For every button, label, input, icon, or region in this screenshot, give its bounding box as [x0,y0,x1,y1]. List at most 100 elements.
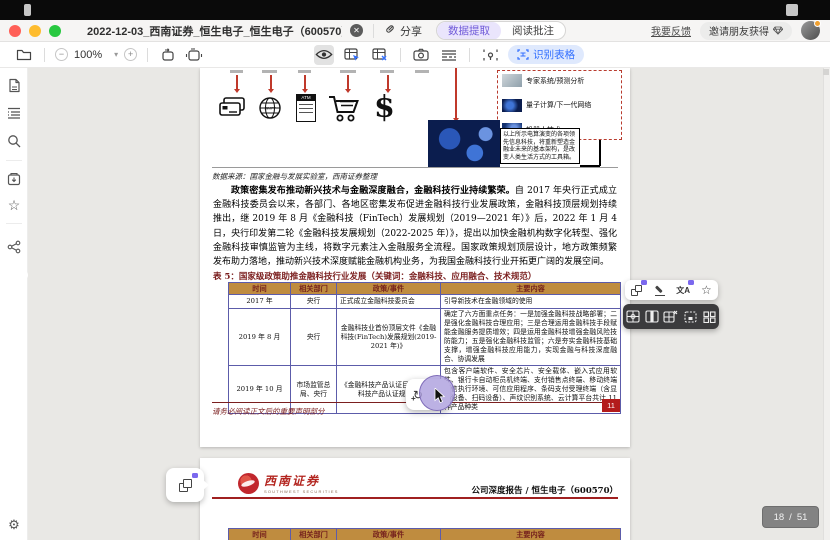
rotate-page-icon[interactable] [158,45,178,65]
arrow-down [345,75,350,93]
avatar-notification-dot [814,20,821,27]
cell-content: 引导新技术在金融领域的使用 [440,294,621,309]
search-icon[interactable] [0,134,28,153]
copy-icon [178,478,192,492]
delete-table-button[interactable] [662,308,679,325]
chevron-down-icon[interactable]: ▾ [114,50,118,59]
report-header: 公司深度报告 / 恒生电子（600570） [471,486,618,496]
open-file-icon[interactable] [14,45,34,65]
invite-button[interactable]: 邀请朋友获得 [700,21,792,40]
copy-selection-button[interactable] [628,280,647,298]
policy-table-continued: 时间 相关部门 政策/事件 主要内容 [228,528,621,540]
note-box: 以上所示电算演变的各项领先信息科技，将重新塑造金融业未来的基本架构，是改变人类生… [500,128,580,164]
preview-eye-button[interactable] [314,44,335,65]
page-indicator[interactable]: 18 / 51 [762,506,819,528]
arrow-down [302,75,307,93]
screenshot-camera-icon[interactable] [411,45,431,65]
page-separator: / [789,511,792,523]
tech-thumb [502,74,522,87]
share-label: 分享 [400,25,422,38]
arrow-down-long [453,68,458,122]
atm-icon: ATM [296,94,316,122]
data-source: 数据来源：国家金融与发展实验室，西南证券整理 [212,172,377,181]
table-select-icon[interactable] [342,45,362,65]
fit-target-icon[interactable] [480,45,500,65]
translate-button[interactable]: 文A [674,280,695,298]
tech-label: 专家系统/预测分析 [526,76,585,85]
avatar[interactable] [801,20,821,40]
strip-mark-left [24,4,31,16]
left-sidebar: ☆ ⚙ [0,68,28,540]
scrollbar-button[interactable] [823,69,829,75]
outline-icon[interactable] [0,106,28,124]
zoom-level: 100% [74,48,103,61]
pdf-page-2: 西南证券 SOUTHWEST SECURITIES 公司深度报告 / 恒生电子（… [200,458,630,540]
cell-time: 2019 年 8 月 [228,308,291,366]
divider [6,223,22,224]
document-tab-title[interactable]: 2022-12-03_西南证券_恒生电子_恒生电子（600570）：立资本市场.… [87,23,342,39]
translate-icon: 文A [676,285,691,295]
tech-label: 量子计算/下一代网络 [526,101,592,109]
highlight-button[interactable] [651,282,669,298]
table-caption: 表 5：国家级政策助推金融科技行业发展（关键词：金融科技、应用融合、技术规范） [213,272,537,282]
share-nodes-icon[interactable] [0,240,28,259]
tab-close-icon[interactable]: ✕ [350,24,363,37]
svg-text:SWIFT: SWIFT [264,107,276,111]
rotate-view-icon[interactable] [184,45,204,65]
invite-label: 邀请朋友获得 [709,27,769,38]
table-row: 2017 年 央行 正式成立金融科技委员会 引导新技术在金融领域的使用 [228,294,621,309]
close-window-button[interactable] [9,24,21,37]
select-column-button[interactable] [643,308,660,325]
grid-layout-button[interactable] [701,308,718,325]
scrollbar-track[interactable] [823,68,830,540]
label-stub [262,70,277,73]
col-header: 主要内容 [440,282,621,295]
current-page: 18 [773,511,785,523]
label-stub [298,70,311,73]
thumbnails-icon[interactable] [0,78,28,98]
table-remove-icon[interactable] [370,45,390,65]
traffic-lights[interactable] [0,24,69,37]
label-stub [340,70,356,73]
page-number-badge: 11 [602,399,620,412]
maximize-window-button[interactable] [49,24,61,37]
label-stub [230,70,243,73]
select-table-button[interactable] [624,308,641,325]
mode-read-annotate[interactable]: 阅读批注 [501,22,565,39]
favorite-button[interactable]: ☆ [697,282,715,298]
feedback-link[interactable]: 我要反馈 [651,23,691,38]
label-stub [380,70,394,73]
brand-name-en: SOUTHWEST SECURITIES [264,489,339,494]
mode-toggle[interactable]: 数据提取 阅读批注 [436,21,566,40]
copy-badge [192,473,198,478]
col-header: 时间 [228,528,291,540]
zoom-in-button[interactable]: + [124,48,138,61]
archive-save-icon[interactable] [0,172,28,191]
brand-logo-icon [238,472,259,494]
share-button[interactable]: 分享 [384,23,422,39]
tech-item: 量子计算/下一代网络 [502,98,617,112]
col-header: 相关部门 [290,282,337,295]
menu-badge [688,280,695,285]
paragraph-body: 自 2017 年央行正式成立金融科技委员会以来，各部门、各地区密集发布促进金融科… [213,186,617,268]
copy-icon [631,284,643,296]
main-toolbar: − 100% ▾ + 识别表格 [0,42,830,68]
top-black-strip [0,0,830,20]
tech-thumb [502,98,522,112]
minimize-window-button[interactable] [29,24,41,37]
mode-data-extract[interactable]: 数据提取 [437,22,501,39]
menu-badge [640,280,647,285]
cell-policy: 正式成立金融科技委员会 [336,294,441,309]
col-header: 政策/事件 [336,528,441,540]
recognize-table-button[interactable]: 识别表格 [508,45,585,64]
divider [373,23,374,38]
copy-bubble-button[interactable] [166,468,209,502]
connector-line [599,140,601,166]
label-stub [415,70,429,73]
settings-gear-icon[interactable]: ⚙ [0,517,28,533]
cell-mode-button[interactable] [682,308,699,325]
table-rows-icon[interactable] [439,45,459,65]
star-favorite-icon[interactable]: ☆ [0,198,28,213]
arrow-down [234,75,239,93]
zoom-out-button[interactable]: − [55,48,68,61]
